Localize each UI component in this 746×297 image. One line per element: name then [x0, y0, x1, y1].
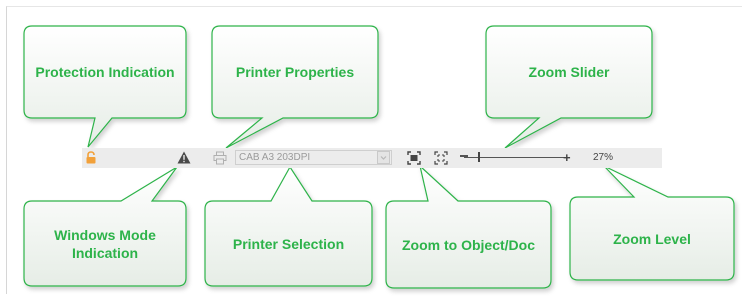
- status-bar: CAB A3 203DPI + 27%: [82, 148, 662, 168]
- chevron-down-icon[interactable]: [377, 151, 390, 164]
- callout-zoom-slider-label: Zoom Slider: [528, 64, 610, 80]
- zoom-in-button[interactable]: +: [563, 151, 571, 164]
- printer-select-value: CAB A3 203DPI: [239, 152, 311, 163]
- callout-printer-properties-label: Printer Properties: [235, 64, 355, 80]
- zoom-to-document-icon[interactable]: [434, 151, 448, 170]
- zoom-level-value: 27%: [593, 152, 614, 163]
- zoom-to-object-icon[interactable]: [407, 151, 421, 170]
- warning-icon: [177, 151, 191, 169]
- callout-zoom-to-label: Zoom to Object/Doc: [402, 236, 535, 253]
- callout-zoom-level-label: Zoom Level: [613, 230, 691, 247]
- callout-windows-mode-label: Windows Mode Indication: [54, 226, 156, 261]
- printer-select[interactable]: CAB A3 203DPI: [235, 150, 392, 165]
- zoom-slider-thumb[interactable]: [478, 152, 480, 162]
- lock-icon: [85, 151, 97, 169]
- callout-protection-label: Protection Indication: [35, 64, 175, 80]
- printer-icon[interactable]: [213, 151, 227, 170]
- callout-printer-selection-label: Printer Selection: [232, 235, 345, 252]
